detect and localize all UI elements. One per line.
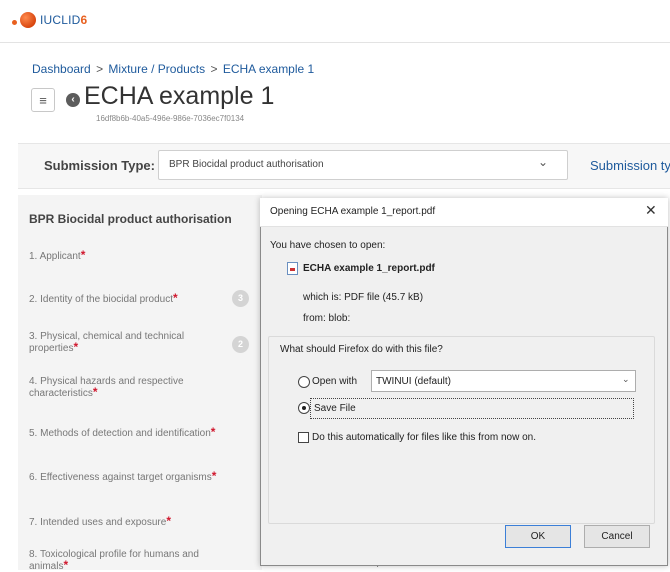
section-count-badge: 2 — [232, 336, 249, 353]
section-item-detection-methods[interactable]: 5. Methods of detection and identificati… — [29, 425, 254, 439]
auto-action-checkbox[interactable] — [298, 432, 309, 443]
section-item-applicant[interactable]: 1. Applicant* — [29, 248, 234, 262]
section-item-intended-uses[interactable]: 7. Intended uses and exposure* — [29, 514, 234, 528]
file-source-info: from: blob: — [303, 313, 351, 324]
back-icon[interactable]: ‹ — [66, 93, 80, 107]
header-divider — [0, 42, 670, 43]
file-name: ECHA example 1_report.pdf — [303, 263, 435, 274]
section-item-toxicological[interactable]: 8. Toxicological profile for humans and … — [29, 549, 229, 572]
hamburger-icon: ≡ — [39, 92, 47, 108]
save-file-label[interactable]: Save File — [314, 403, 356, 414]
section-label: 8. Toxicological profile for humans and … — [29, 549, 199, 572]
chosen-text: You have chosen to open: — [270, 240, 386, 251]
section-label: 7. Intended uses and exposure — [29, 517, 167, 528]
action-question: What should Firefox do with this file? — [280, 344, 443, 355]
chevron-down-icon[interactable]: ⌄ — [538, 155, 548, 169]
ok-button[interactable]: OK — [505, 525, 571, 548]
submission-type-value: BPR Biocidal product authorisation — [169, 159, 324, 170]
breadcrumb: Dashboard > Mixture / Products > ECHA ex… — [32, 62, 314, 76]
action-groupbox — [268, 336, 655, 524]
breadcrumb-current: ECHA example 1 — [222, 62, 315, 76]
cancel-button[interactable]: Cancel — [584, 525, 650, 548]
iuclid-logo[interactable]: IUCLID6 — [12, 8, 87, 32]
auto-action-label[interactable]: Do this automatically for files like thi… — [312, 432, 536, 443]
save-file-radio[interactable] — [298, 402, 310, 414]
breadcrumb-mixture-link[interactable]: Mixture / Products — [108, 62, 205, 76]
section-label: 5. Methods of detection and identificati… — [29, 428, 211, 439]
logo-mark-icon — [12, 12, 36, 28]
open-with-app-value: TWINUI (default) — [376, 376, 452, 387]
breadcrumb-dashboard-link[interactable]: Dashboard — [32, 62, 91, 76]
required-marker: * — [73, 340, 79, 354]
open-with-radio[interactable] — [298, 376, 310, 388]
section-label: 3. Physical, chemical and technical prop… — [29, 331, 185, 354]
section-label: 4. Physical hazards and respective chara… — [29, 376, 184, 399]
breadcrumb-separator: > — [96, 62, 104, 76]
section-label: 2. Identity of the biocidal product — [29, 294, 173, 305]
section-count-badge: 3 — [232, 290, 249, 307]
panel-title: BPR Biocidal product authorisation — [29, 212, 232, 226]
open-with-label[interactable]: Open with — [312, 376, 357, 387]
section-item-physical-chemical[interactable]: 3. Physical, chemical and technical prop… — [29, 331, 219, 354]
section-item-physical-hazards[interactable]: 4. Physical hazards and respective chara… — [29, 376, 219, 399]
dialog-title: Opening ECHA example 1_report.pdf — [270, 206, 436, 217]
required-marker: * — [80, 248, 86, 262]
submission-type-link[interactable]: Submission ty — [590, 158, 670, 173]
logo-text: IUCLID6 — [40, 13, 88, 27]
breadcrumb-separator: > — [210, 62, 218, 76]
file-type-info: which is: PDF file (45.7 kB) — [303, 292, 424, 303]
required-marker: * — [92, 385, 98, 399]
pdf-file-icon — [287, 262, 298, 275]
page-title: ECHA example 1 — [84, 82, 275, 110]
close-icon[interactable]: ✕ — [645, 202, 657, 219]
save-file-focus-ring — [310, 398, 634, 419]
section-label: 6. Effectiveness against target organism… — [29, 472, 212, 483]
menu-toggle-button[interactable]: ≡ — [31, 88, 55, 112]
chevron-down-icon[interactable]: ⌄ — [622, 374, 630, 385]
section-item-identity[interactable]: 2. Identity of the biocidal product* — [29, 291, 234, 305]
section-label: 1. Applicant — [29, 251, 81, 262]
entity-uuid: 16df8b6b-40a5-496e-986e-7036ec7f0134 — [96, 114, 245, 123]
section-item-effectiveness[interactable]: 6. Effectiveness against target organism… — [29, 469, 254, 483]
submission-type-label: Submission Type: — [44, 158, 155, 173]
required-marker: * — [166, 514, 171, 528]
required-marker: * — [172, 291, 178, 305]
required-marker: * — [211, 469, 217, 483]
required-marker: * — [210, 425, 216, 439]
